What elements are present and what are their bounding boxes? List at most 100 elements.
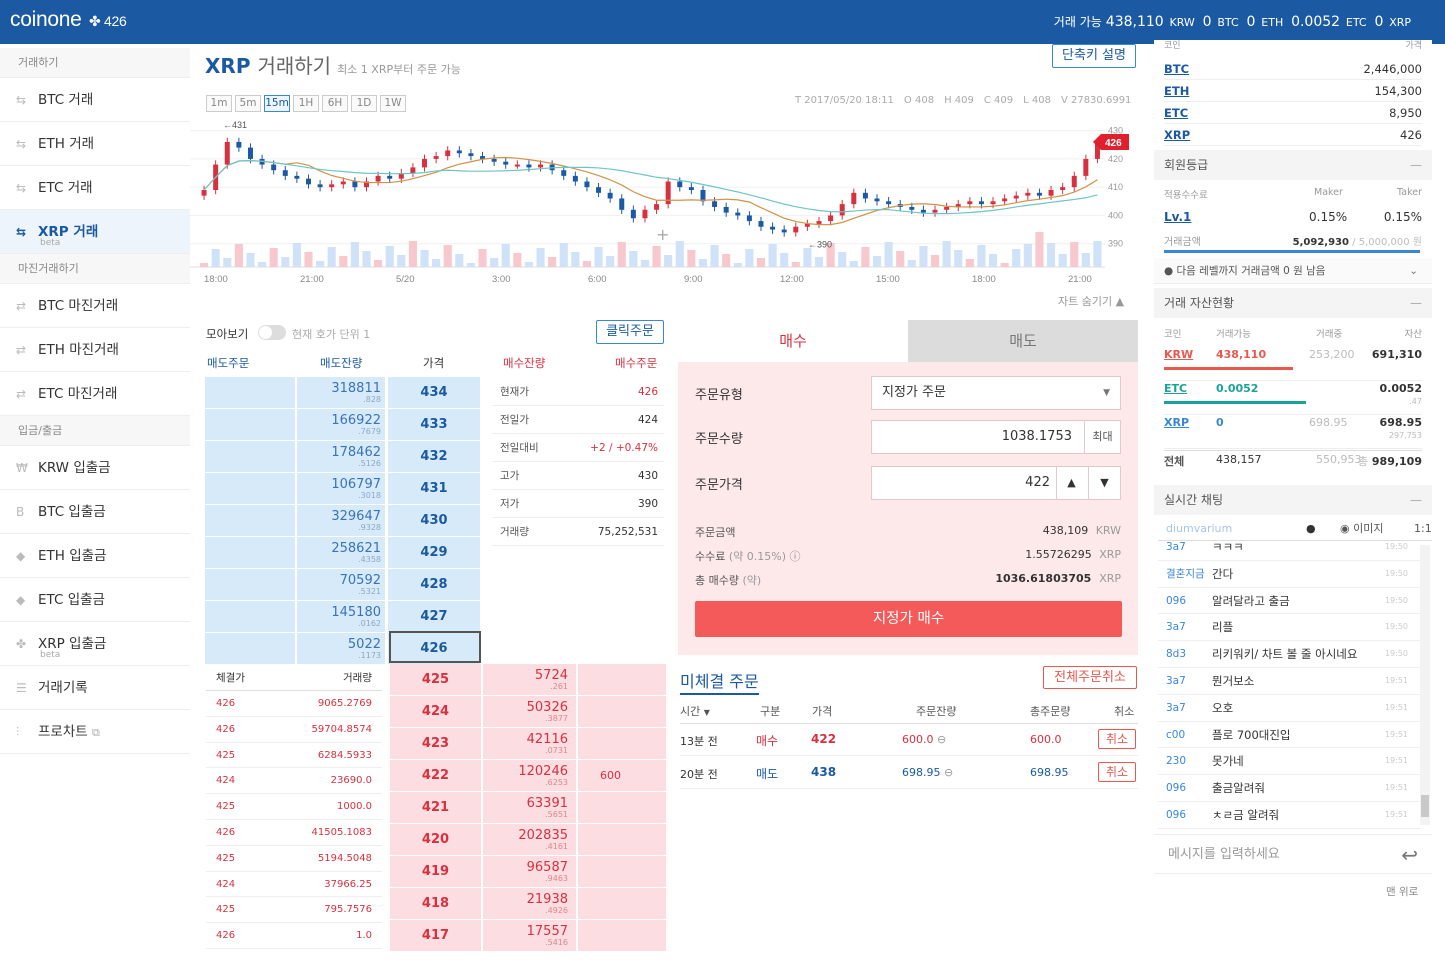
bid-price[interactable]: 422 xyxy=(390,760,481,791)
sidebar-item-btc-margin[interactable]: ⇄ BTC 마진거래 xyxy=(0,284,190,328)
cancel-order-button[interactable]: 취소 xyxy=(1098,762,1136,782)
cancel-order-button[interactable]: 취소 xyxy=(1098,729,1136,749)
sidebar-item-xrp-trade[interactable]: ⇆ XRP 거래 beta xyxy=(0,210,190,254)
send-icon[interactable]: ↩ xyxy=(1401,835,1418,875)
ask-row[interactable]: 145180.0162 427 xyxy=(205,601,480,633)
sidebar-item-etc-deposit[interactable]: ◆ ETC 입출금 xyxy=(0,578,190,622)
ask-price[interactable]: 433 xyxy=(388,409,480,440)
chat-user[interactable]: 8d3 xyxy=(1166,641,1186,668)
coin-price-row[interactable]: XRP 426 xyxy=(1164,124,1422,146)
minus-circle-icon[interactable]: ⊖ xyxy=(944,766,953,779)
coin-link[interactable]: ETH xyxy=(1164,80,1189,102)
level-link[interactable]: Lv.1 xyxy=(1164,210,1191,224)
click-order-button[interactable]: 클릭주문 xyxy=(596,320,664,344)
bid-price[interactable]: 421 xyxy=(390,792,481,823)
coin-price-row[interactable]: BTC 2,446,000 xyxy=(1164,58,1422,80)
coin-link[interactable]: XRP xyxy=(1164,124,1190,146)
price-down-icon[interactable]: ▼ xyxy=(1088,467,1120,499)
sidebar-item-xrp-deposit[interactable]: ✤ XRP 입출금 beta xyxy=(0,622,190,666)
tf-6h[interactable]: 6H xyxy=(322,95,348,112)
bid-row[interactable]: 420 202835.4161 xyxy=(390,824,666,856)
collapse-icon[interactable]: — xyxy=(1410,288,1422,318)
ask-row[interactable]: 318811.828 434 xyxy=(205,377,480,409)
coin-link[interactable]: BTC xyxy=(1164,58,1189,80)
bid-row[interactable]: 418 21938.4926 xyxy=(390,888,666,920)
sidebar-item-eth-deposit[interactable]: ◆ ETH 입출금 xyxy=(0,534,190,578)
asset-coin[interactable]: KRW xyxy=(1164,348,1193,361)
chat-user[interactable]: c00 xyxy=(1166,722,1185,749)
tf-1h[interactable]: 1H xyxy=(293,95,319,112)
bid-row[interactable]: 417 17557.5416 xyxy=(390,920,666,952)
sidebar-item-btc-trade[interactable]: ⇆ BTC 거래 xyxy=(0,78,190,122)
tf-1d[interactable]: 1D xyxy=(351,95,377,112)
tf-1m[interactable]: 1m xyxy=(206,95,232,112)
limit-buy-button[interactable]: 지정가 매수 xyxy=(695,601,1122,637)
order-qty-input[interactable]: 1038.1753 최대 xyxy=(871,420,1121,454)
sidebar-item-btc-deposit[interactable]: B BTC 입출금 xyxy=(0,490,190,534)
ask-row[interactable]: 329647.9328 430 xyxy=(205,505,480,537)
order-type-select[interactable]: 지정가 주문 ▼ xyxy=(871,376,1121,410)
sidebar-item-prochart[interactable]: ⫶ 프로차트 ⧉ xyxy=(0,710,190,754)
bid-price[interactable]: 423 xyxy=(390,728,481,759)
ask-row[interactable]: 70592.5321 428 xyxy=(205,569,480,601)
ask-row[interactable]: 166922.7679 433 xyxy=(205,409,480,441)
bid-price[interactable]: 420 xyxy=(390,824,481,855)
ask-price[interactable]: 428 xyxy=(388,569,480,600)
bid-price[interactable]: 418 xyxy=(390,888,481,919)
coin-link[interactable]: ETC xyxy=(1164,102,1188,124)
tab-sell[interactable]: 매도 xyxy=(908,320,1138,362)
ask-price[interactable]: 427 xyxy=(388,601,480,632)
ask-price[interactable]: 431 xyxy=(388,473,480,504)
sidebar-item-etc-trade[interactable]: ⇆ ETC 거래 xyxy=(0,166,190,210)
sort-down-icon[interactable]: ▼ xyxy=(704,708,710,717)
coin-price-row[interactable]: ETH 154,300 xyxy=(1164,80,1422,102)
ask-price[interactable]: 434 xyxy=(388,377,480,408)
chat-user[interactable]: 결혼지금 xyxy=(1166,561,1205,588)
chat-user[interactable]: 3a7 xyxy=(1166,614,1186,641)
chat-user[interactable]: 096 xyxy=(1166,775,1186,802)
ask-price[interactable]: 429 xyxy=(388,537,480,568)
info-icon[interactable]: ⓘ xyxy=(790,550,801,563)
hide-chart-button[interactable]: 자트 숨기기 ▲ xyxy=(1058,293,1124,309)
bid-price[interactable]: 419 xyxy=(390,856,481,887)
coinone-logo[interactable]: coinone ✤ 426 xyxy=(10,8,127,32)
bid-row[interactable]: 422 120246.6253 600 xyxy=(390,760,666,792)
order-price-input[interactable]: 422 ▲ ▼ xyxy=(871,466,1121,500)
bid-row[interactable]: 423 42116.0731 xyxy=(390,728,666,760)
max-button[interactable]: 최대 xyxy=(1084,421,1120,453)
chat-user[interactable]: 230 xyxy=(1166,748,1186,775)
shortcut-help-button[interactable]: 단축키 설명 xyxy=(1052,44,1136,68)
minus-circle-icon[interactable]: ⊖ xyxy=(937,733,946,746)
collapse-icon[interactable]: — xyxy=(1410,485,1422,515)
cancel-all-button[interactable]: 전체주문취소 xyxy=(1043,666,1137,689)
ask-row[interactable]: 106797.3018 431 xyxy=(205,473,480,505)
sidebar-item-krw-deposit[interactable]: ₩ KRW 입출금 xyxy=(0,446,190,490)
collapse-icon[interactable]: — xyxy=(1410,150,1422,180)
bid-row[interactable]: 424 50326.3877 xyxy=(390,696,666,728)
bid-row[interactable]: 425 5724.261 xyxy=(390,664,666,696)
tf-5m[interactable]: 5m xyxy=(235,95,261,112)
sidebar-item-history[interactable]: ☰ 거래기록 xyxy=(0,666,190,710)
tab-buy[interactable]: 매수 xyxy=(678,320,908,362)
ask-row[interactable]: 258621.4358 429 xyxy=(205,537,480,569)
asset-coin[interactable]: ETC xyxy=(1164,382,1187,395)
ask-price[interactable]: 430 xyxy=(388,505,480,536)
chat-user[interactable]: 3a7 xyxy=(1166,695,1186,722)
aggregate-toggle[interactable] xyxy=(258,325,286,340)
chat-user[interactable]: 096 xyxy=(1166,802,1186,829)
sidebar-item-eth-trade[interactable]: ⇆ ETH 거래 xyxy=(0,122,190,166)
bid-row[interactable]: 419 96587.9463 xyxy=(390,856,666,888)
chat-scrollbar[interactable] xyxy=(1420,545,1430,825)
ask-row[interactable]: 178462.5126 432 xyxy=(205,441,480,473)
asset-coin[interactable]: XRP xyxy=(1164,416,1189,429)
price-up-icon[interactable]: ▲ xyxy=(1056,467,1086,499)
ask-price[interactable]: 432 xyxy=(388,441,480,472)
coin-price-row[interactable]: ETC 8,950 xyxy=(1164,102,1422,124)
bid-price[interactable]: 424 xyxy=(390,696,481,727)
bid-price[interactable]: 425 xyxy=(390,664,481,695)
chat-input[interactable]: 메시지를 입력하세요 ↩ xyxy=(1154,834,1432,874)
chat-user[interactable]: 3a7 xyxy=(1166,534,1186,561)
next-level-note[interactable]: ● 다음 레벨까지 거래금액 0 원 남음 ⌄ xyxy=(1154,258,1432,284)
sidebar-item-eth-margin[interactable]: ⇄ ETH 마진거래 xyxy=(0,328,190,372)
chat-user[interactable]: 3a7 xyxy=(1166,668,1186,695)
